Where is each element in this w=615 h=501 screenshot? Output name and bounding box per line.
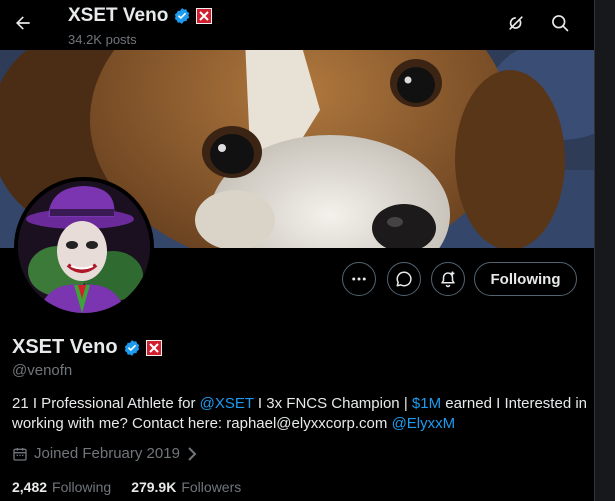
followers-label: Followers — [181, 479, 242, 495]
following-count: 2,482 — [12, 479, 48, 495]
header-title: XSET Veno — [68, 5, 213, 27]
profile-name: XSET Veno — [12, 336, 118, 358]
following-label: Following — [52, 479, 112, 495]
profile-header: XSET Veno 34.2K posts — [0, 0, 594, 50]
calendar-icon — [13, 447, 27, 461]
bio-mention-elyxxm[interactable]: @ElyxxM — [392, 415, 456, 432]
affiliate-badge-icon[interactable] — [196, 8, 213, 24]
more-button[interactable] — [342, 262, 376, 296]
bio-text: 21 I Professional Athlete for — [12, 395, 200, 412]
notify-icon — [441, 271, 455, 288]
follow-stats: 2,482 Following 279.9K Followers — [12, 479, 241, 495]
profile-bio: 21 I Professional Athlete for @XSET I 3x… — [12, 394, 587, 434]
notify-button[interactable] — [431, 262, 465, 296]
back-arrow-icon — [16, 16, 30, 30]
profile-avatar[interactable] — [14, 177, 154, 317]
more-icon — [352, 277, 366, 281]
bio-text: I 3x FNCS Champion | — [253, 395, 412, 412]
search-button[interactable] — [545, 8, 575, 38]
header-name: XSET Veno — [68, 5, 169, 26]
profile-name-row: XSET Veno — [12, 336, 162, 359]
bio-cashtag-1m[interactable]: $1M — [412, 395, 441, 412]
search-icon — [552, 15, 569, 32]
affiliate-badge-icon[interactable] — [145, 339, 162, 356]
message-button[interactable] — [387, 262, 421, 296]
message-icon — [396, 271, 412, 287]
joined-date[interactable]: Joined February 2019 — [12, 445, 198, 462]
verified-icon — [175, 8, 190, 24]
grok-icon — [509, 16, 523, 30]
followers-stat[interactable]: 279.9K Followers — [131, 479, 241, 495]
followers-count: 279.9K — [131, 479, 177, 495]
avatar-image — [18, 181, 150, 313]
profile-handle: @venofn — [12, 362, 73, 379]
chevron-right-icon — [188, 446, 197, 461]
following-button[interactable]: Following — [474, 262, 577, 296]
bio-mention-xset[interactable]: @XSET — [200, 395, 254, 412]
back-button[interactable] — [8, 8, 38, 38]
joined-label: Joined February 2019 — [34, 445, 180, 462]
verified-icon[interactable] — [123, 339, 141, 357]
right-sidebar-edge — [595, 0, 615, 501]
following-stat[interactable]: 2,482 Following — [12, 479, 111, 495]
header-post-count: 34.2K posts — [68, 32, 137, 47]
grok-button[interactable] — [501, 8, 531, 38]
